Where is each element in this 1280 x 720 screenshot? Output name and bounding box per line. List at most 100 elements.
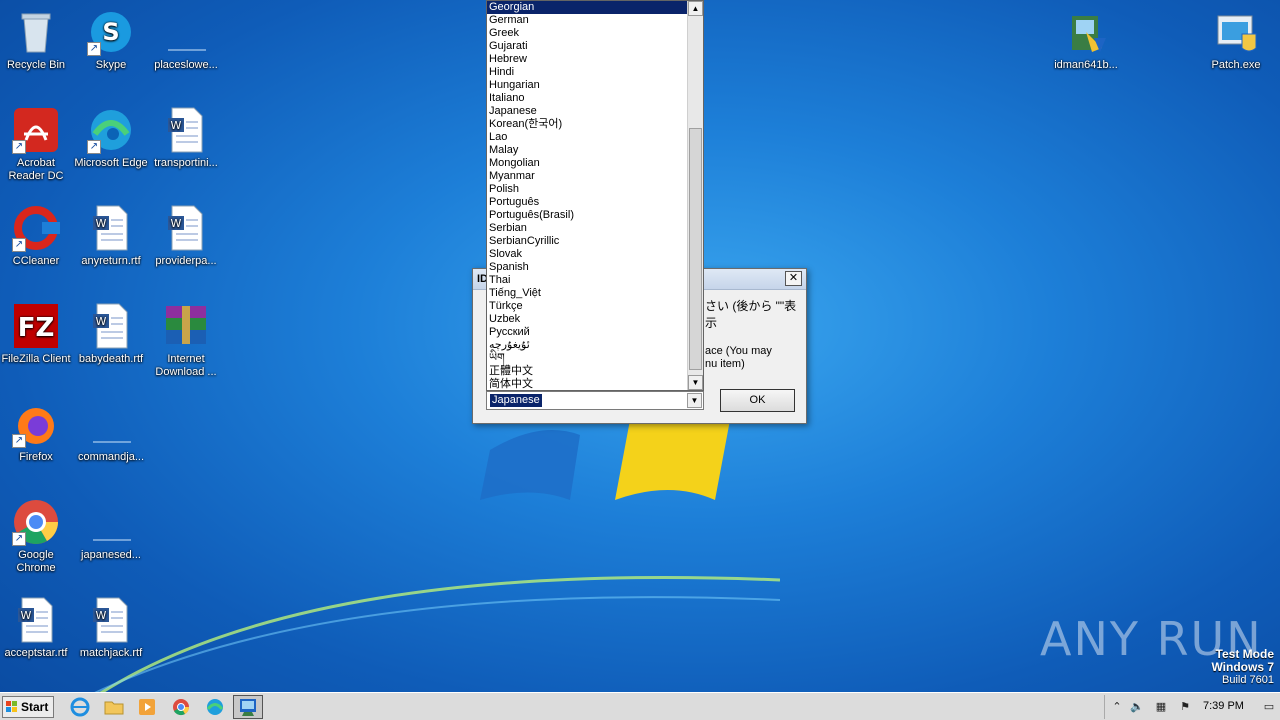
edge-icon[interactable] <box>204 697 226 717</box>
recycle-bin-icon <box>12 8 60 56</box>
language-option[interactable]: Slovak <box>487 248 689 261</box>
dropdown-scrollbar[interactable]: ▲ ▼ <box>687 1 703 390</box>
language-option[interactable]: SerbianCyrillic <box>487 235 689 248</box>
svg-text:W: W <box>21 609 32 622</box>
language-option[interactable]: ཡིག <box>487 352 689 365</box>
close-icon[interactable]: ✕ <box>785 271 802 286</box>
clock[interactable]: 7:39 PM <box>1203 700 1244 712</box>
language-option[interactable]: Italiano <box>487 92 689 105</box>
chrome-icon[interactable] <box>170 697 192 717</box>
volume-icon[interactable]: 🔈 <box>1129 699 1145 715</box>
desktop-icon-ccleaner[interactable]: ↗ CCleaner <box>0 204 74 268</box>
chevron-down-icon[interactable]: ▼ <box>687 393 702 408</box>
language-option[interactable]: Lao <box>487 131 689 144</box>
shortcut-arrow-icon: ↗ <box>12 532 26 546</box>
language-option[interactable]: Uzbek <box>487 313 689 326</box>
language-option[interactable]: Gujarati <box>487 40 689 53</box>
desktop-icon-label: FileZilla Client <box>1 353 71 365</box>
acrobat-icon: ↗ <box>12 106 60 154</box>
language-option[interactable]: Japanese <box>487 105 689 118</box>
desktop-icon-label: Acrobat Reader DC <box>8 157 64 182</box>
system-tray: ⌃ 🔈 ▦ ⚑ 7:39 PM ▭ <box>1104 695 1278 719</box>
language-option[interactable]: Korean(한국어) <box>487 118 689 131</box>
winrar-archive-icon <box>162 302 210 350</box>
word-document-icon: W <box>87 596 135 644</box>
blank-file-icon <box>87 400 135 448</box>
chrome-icon: ↗ <box>12 498 60 546</box>
language-option[interactable]: Myanmar <box>487 170 689 183</box>
folder-icon[interactable] <box>103 697 125 717</box>
language-option[interactable]: Türkçe <box>487 300 689 313</box>
language-option[interactable]: ئۇيغۇرچە <box>487 339 689 352</box>
language-option[interactable]: Русский <box>487 326 689 339</box>
desktop-icon-skype[interactable]: S ↗ Skype <box>73 8 149 72</box>
language-option[interactable]: Português(Brasil) <box>487 209 689 222</box>
chevron-up-icon[interactable]: ⌃ <box>1109 699 1125 715</box>
language-option[interactable]: Polish <box>487 183 689 196</box>
language-option[interactable]: Serbian <box>487 222 689 235</box>
language-option[interactable]: Hungarian <box>487 79 689 92</box>
language-option[interactable]: 正體中文 <box>487 365 689 378</box>
show-desktop-icon[interactable]: ▭ <box>1261 699 1277 715</box>
network-icon[interactable]: ▦ <box>1153 699 1169 715</box>
language-option[interactable]: Malay <box>487 144 689 157</box>
desktop-icon-label: Skype <box>95 59 127 71</box>
language-option[interactable]: Thai <box>487 274 689 287</box>
desktop-icon-commandja[interactable]: commandja... <box>73 400 149 464</box>
desktop-icon-edge[interactable]: ↗ Microsoft Edge <box>73 106 149 170</box>
desktop-icon-idman[interactable]: idman641b... <box>1048 8 1124 72</box>
edge-icon: ↗ <box>87 106 135 154</box>
action-center-flag-icon[interactable]: ⚑ <box>1177 699 1193 715</box>
firefox-icon: ↗ <box>12 400 60 448</box>
desktop-icon-acrobat[interactable]: ↗ Acrobat Reader DC <box>0 106 74 183</box>
desktop-icon-providerpa[interactable]: W providerpa... <box>148 204 224 268</box>
desktop-icon-internet-download[interactable]: Internet Download ... <box>148 302 224 379</box>
ok-button[interactable]: OK <box>720 389 795 412</box>
language-option[interactable]: Hebrew <box>487 53 689 66</box>
language-option[interactable]: German <box>487 14 689 27</box>
desktop-icon-label: Microsoft Edge <box>74 157 148 169</box>
language-option[interactable]: Português <box>487 196 689 209</box>
language-option[interactable]: Mongolian <box>487 157 689 170</box>
desktop-icon-babydeath[interactable]: W babydeath.rtf <box>73 302 149 366</box>
language-option[interactable]: Greek <box>487 27 689 40</box>
language-dropdown-list[interactable]: Georgian German Greek Gujarati Hebrew Hindi Hu… <box>486 0 704 391</box>
scroll-down-icon[interactable]: ▼ <box>688 375 703 390</box>
installer-icon <box>1062 8 1110 56</box>
desktop-icon-firefox[interactable]: ↗ Firefox <box>0 400 74 464</box>
language-option[interactable]: 简体中文 <box>487 378 689 391</box>
test-mode-line2: Windows 7 <box>1211 660 1274 674</box>
desktop-icon-filezilla[interactable]: FZ FileZilla Client <box>0 302 74 366</box>
desktop-icon-label: Recycle Bin <box>6 59 66 71</box>
desktop-icon-placeslowe[interactable]: placeslowe... <box>148 8 224 72</box>
shortcut-arrow-icon: ↗ <box>87 42 101 56</box>
desktop-icon-chrome[interactable]: ↗ Google Chrome <box>0 498 74 575</box>
start-button[interactable]: Start <box>2 696 54 718</box>
desktop-icon-label: Firefox <box>19 451 53 463</box>
desktop-icon-transportini[interactable]: W transportini... <box>148 106 224 170</box>
desktop-icon-anyreturn[interactable]: W anyreturn.rtf <box>73 204 149 268</box>
taskbar-active-app[interactable] <box>233 695 263 719</box>
language-select[interactable]: Japanese ▼ <box>486 391 704 410</box>
language-option[interactable]: Spanish <box>487 261 689 274</box>
desktop-icon-patch[interactable]: Patch.exe <box>1198 8 1274 72</box>
language-option[interactable]: Tiếng_Việt <box>487 287 689 300</box>
desktop-icon-japanesed[interactable]: japanesed... <box>73 498 149 562</box>
shortcut-arrow-icon: ↗ <box>12 238 26 252</box>
scroll-thumb[interactable] <box>689 128 702 370</box>
language-option[interactable]: Hindi <box>487 66 689 79</box>
scroll-up-icon[interactable]: ▲ <box>688 1 703 16</box>
language-select-value: Japanese <box>490 394 542 407</box>
word-document-icon: W <box>87 204 135 252</box>
media-player-icon[interactable] <box>136 697 158 717</box>
internet-explorer-icon[interactable] <box>69 697 91 717</box>
dialog-message-detail: ace (You may nu item) <box>705 345 805 371</box>
desktop-icon-recycle-bin[interactable]: Recycle Bin <box>0 8 74 72</box>
language-option[interactable]: Georgian <box>487 1 689 14</box>
desktop-icon-label: Google Chrome <box>16 549 56 574</box>
desktop-icon-label: CCleaner <box>12 255 60 267</box>
desktop-icon-matchjack[interactable]: W matchjack.rtf <box>73 596 149 660</box>
windows-flag-icon <box>6 701 17 712</box>
desktop-icon-label: matchjack.rtf <box>79 647 143 659</box>
desktop-icon-acceptstar[interactable]: W acceptstar.rtf <box>0 596 74 660</box>
